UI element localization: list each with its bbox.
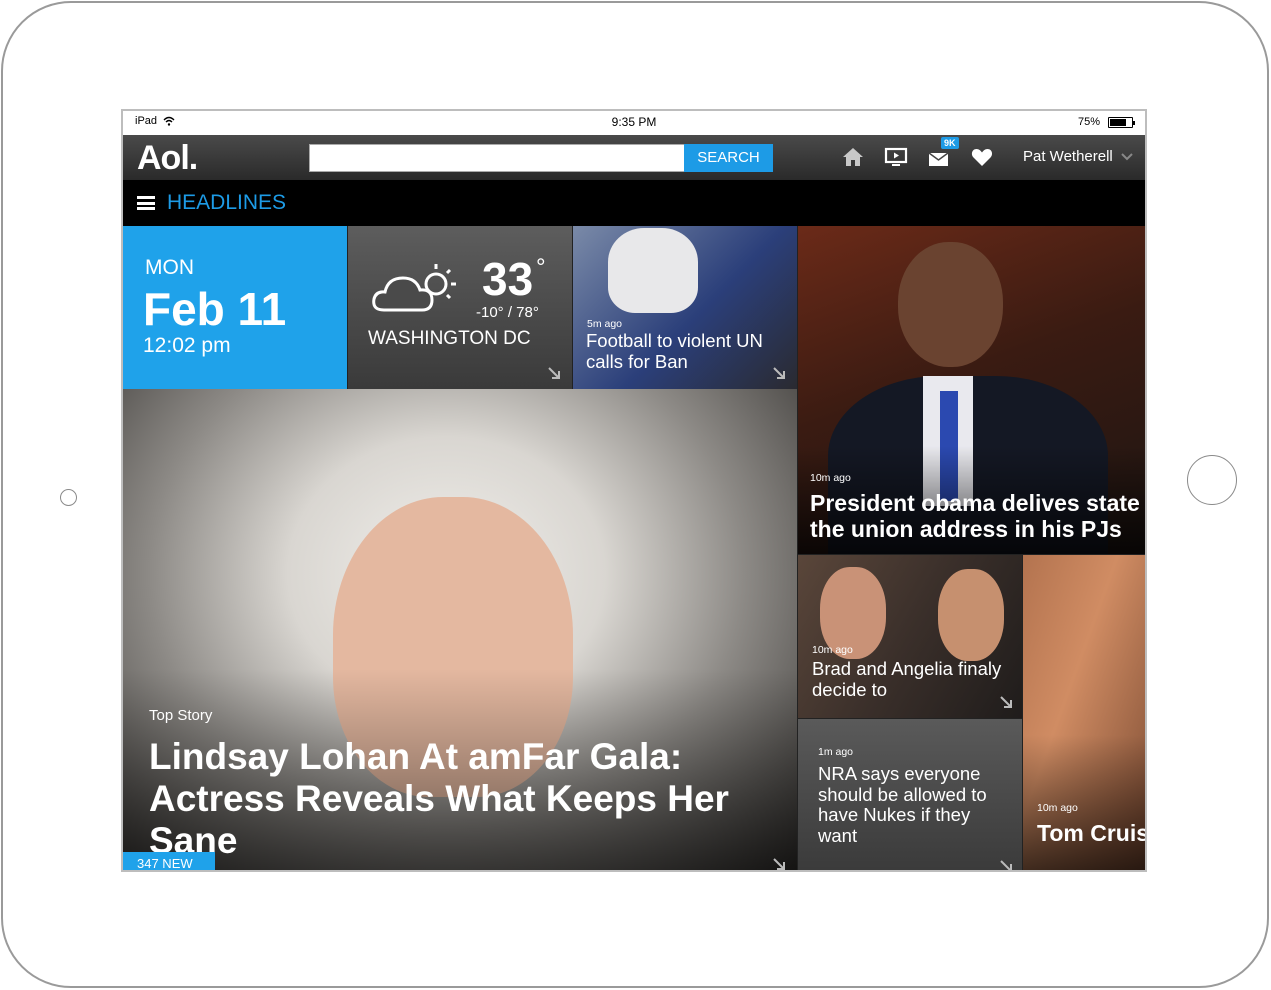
- section-bar: HEADLINES: [123, 180, 1145, 226]
- weather-tile[interactable]: 33 ° -10° / 78° WASHINGTON DC: [347, 226, 572, 389]
- portrait-graphic: [938, 569, 1004, 661]
- app-header: Aol. SEARCH 9K Pat Wetherell: [123, 135, 1145, 180]
- weather-city: WASHINGTON DC: [368, 328, 531, 349]
- helmet-graphic: [608, 228, 698, 313]
- temperature-degree: °: [536, 254, 546, 281]
- date-tile: MON Feb 11 12:02 pm: [123, 226, 347, 389]
- screen: iPad 9:35 PM 75% Aol. SEARCH 9K Pat Weth…: [121, 109, 1147, 872]
- story-tile-nra[interactable]: 1m ago NRA says everyone should be allow…: [797, 718, 1022, 872]
- story-age: 10m ago: [1037, 802, 1078, 814]
- temperature: 33: [482, 253, 534, 305]
- new-count-badge[interactable]: 347 NEW: [123, 852, 215, 870]
- battery-icon: [1108, 116, 1135, 128]
- story-tile-obama[interactable]: 10m ago President obama delives state th…: [797, 226, 1145, 554]
- aol-logo[interactable]: Aol.: [137, 139, 198, 178]
- date-day: MON: [145, 256, 194, 279]
- heart-icon[interactable]: [970, 145, 994, 169]
- expand-arrow-icon[interactable]: [1000, 696, 1012, 708]
- chevron-down-icon: [1121, 152, 1133, 160]
- story-age: 10m ago: [810, 472, 851, 484]
- expand-arrow-icon[interactable]: [1000, 860, 1012, 872]
- status-time: 9:35 PM: [611, 115, 657, 129]
- date-time: 12:02 pm: [143, 334, 231, 357]
- story-tile-football[interactable]: 5m ago Football to violent UN calls for …: [572, 226, 797, 389]
- user-name: Pat Wetherell: [1023, 148, 1113, 165]
- home-button[interactable]: [1187, 455, 1237, 505]
- date-date: Feb 11: [143, 283, 287, 335]
- camera-icon: [60, 489, 77, 506]
- battery-percent: 75%: [1077, 116, 1100, 128]
- expand-arrow-icon[interactable]: [773, 858, 785, 870]
- story-age: 10m ago: [812, 644, 853, 656]
- top-story-tile[interactable]: Top Story Lindsay Lohan At amFar Gala: A…: [123, 389, 797, 870]
- mail-icon[interactable]: 9K: [927, 137, 959, 169]
- story-tile-tom[interactable]: 10m ago Tom Cruise really such: [1022, 554, 1145, 870]
- story-headline: President obama delives state the union …: [810, 490, 1140, 542]
- expand-arrow-icon[interactable]: [773, 367, 785, 379]
- video-icon[interactable]: [884, 145, 908, 169]
- top-story-label: Top Story: [149, 707, 213, 724]
- story-headline: Football to violent UN calls for Ban: [586, 330, 763, 372]
- home-icon[interactable]: [841, 145, 865, 169]
- search-input[interactable]: [309, 144, 685, 172]
- partly-cloudy-icon: [372, 264, 456, 312]
- status-bar: iPad 9:35 PM 75%: [123, 111, 1145, 135]
- story-headline: NRA says everyone should be allowed to h…: [818, 763, 987, 847]
- story-tile-brad-angelina[interactable]: 10m ago Brad and Angelia finaly decide t…: [797, 554, 1022, 718]
- temperature-range: -10° / 78°: [476, 304, 539, 321]
- user-menu[interactable]: Pat Wetherell: [1023, 148, 1133, 165]
- menu-icon[interactable]: [137, 196, 155, 210]
- story-headline: Tom Cruise really such: [1037, 820, 1145, 846]
- story-headline: Brad and Angelia finaly decide to: [812, 658, 1002, 700]
- section-title[interactable]: HEADLINES: [167, 191, 286, 215]
- story-age: 5m ago: [587, 318, 623, 330]
- expand-arrow-icon[interactable]: [548, 367, 560, 379]
- story-age: 1m ago: [818, 746, 854, 758]
- top-story-headline: Lindsay Lohan At amFar Gala: Actress Rev…: [149, 736, 729, 862]
- mail-count-badge: 9K: [941, 137, 959, 149]
- search-button[interactable]: SEARCH: [684, 144, 773, 172]
- portrait-graphic: [898, 242, 1003, 367]
